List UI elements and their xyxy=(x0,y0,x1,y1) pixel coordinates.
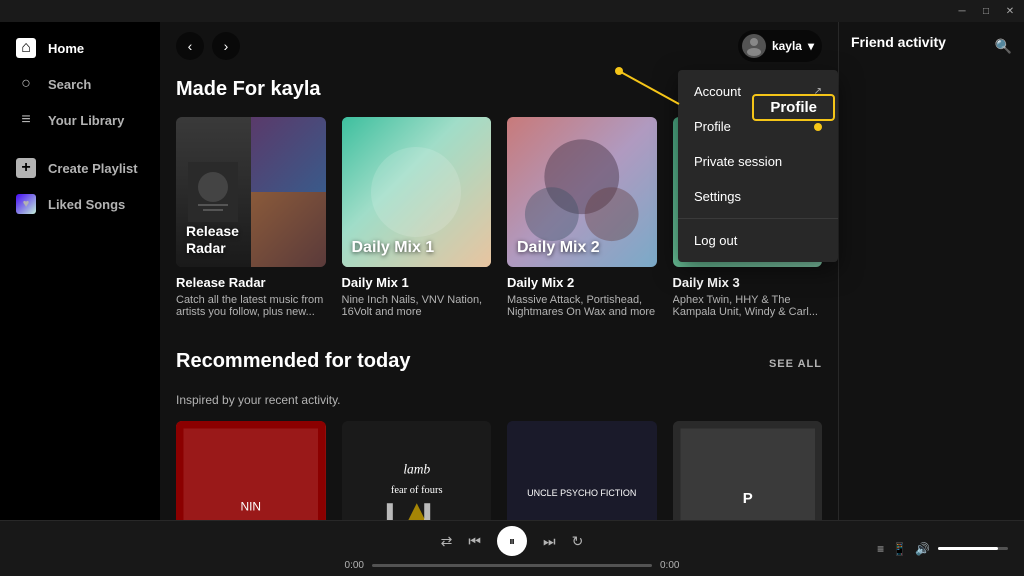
dropdown-item-settings[interactable]: Settings xyxy=(678,179,838,214)
dropdown-item-private-session[interactable]: Private session xyxy=(678,144,838,179)
dropdown-menu: Account ↗ Profile Private session Settin… xyxy=(678,70,838,262)
window-controls[interactable]: ─ □ ✕ xyxy=(956,5,1016,17)
dropdown-divider xyxy=(678,218,838,219)
close-button[interactable]: ✕ xyxy=(1004,5,1016,17)
dropdown-item-profile[interactable]: Profile xyxy=(678,109,838,144)
maximize-button[interactable]: □ xyxy=(980,5,992,17)
minimize-button[interactable]: ─ xyxy=(956,5,968,17)
profile-indicator-dot xyxy=(814,123,822,131)
dropdown-item-account[interactable]: Account ↗ xyxy=(678,74,838,109)
external-link-icon: ↗ xyxy=(814,86,822,97)
dropdown-overlay: Account ↗ Profile Private session Settin… xyxy=(0,22,1024,576)
title-bar: ─ □ ✕ xyxy=(0,0,1024,22)
dropdown-item-log-out[interactable]: Log out xyxy=(678,223,838,258)
